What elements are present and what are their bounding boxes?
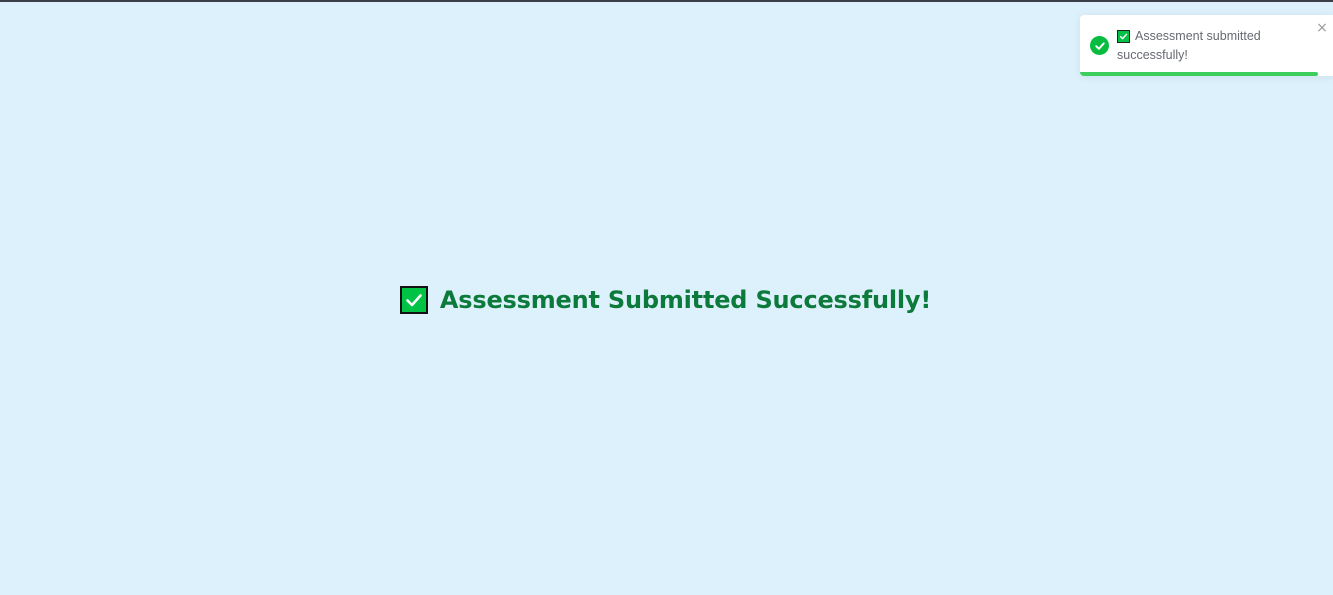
toast-message-container: Assessment submitted successfully!: [1117, 27, 1307, 65]
confirmation-title: Assessment Submitted Successfully!: [439, 286, 932, 314]
close-icon[interactable]: ×: [1315, 21, 1329, 35]
check-box-icon: [399, 286, 428, 314]
success-toast[interactable]: Assessment submitted successfully! ×: [1080, 15, 1333, 76]
window-top-border: [0, 0, 1333, 2]
check-circle-icon: [1090, 36, 1109, 55]
check-box-icon: [1117, 30, 1130, 43]
toast-progress-fill: [1080, 72, 1318, 76]
toast-message: Assessment submitted successfully!: [1117, 29, 1261, 62]
toast-progress-bar: [1080, 72, 1333, 76]
submission-confirmation: Assessment Submitted Successfully!: [0, 286, 1333, 314]
